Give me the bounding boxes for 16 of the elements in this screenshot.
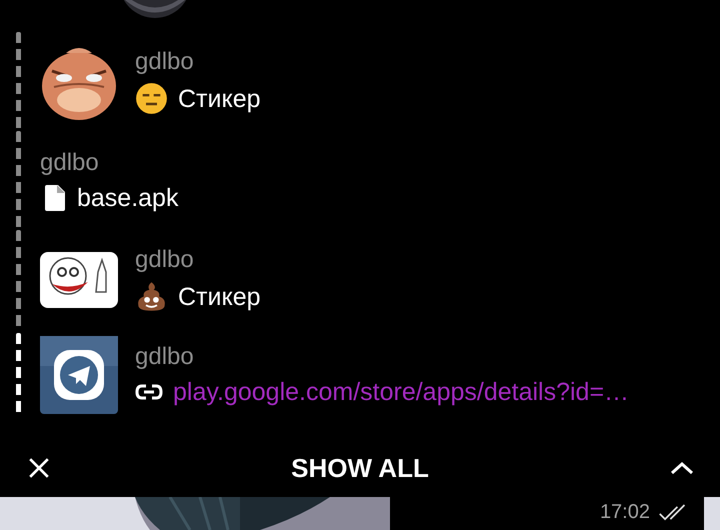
show-all-button[interactable]: SHOW ALL xyxy=(283,448,437,488)
file-icon xyxy=(45,185,65,211)
link[interactable]: play.google.com/store/apps/details?id=… xyxy=(173,377,630,407)
message-time: 17:02 xyxy=(600,501,650,524)
sender-name: gdlbo xyxy=(135,48,195,76)
poop-icon xyxy=(135,280,168,313)
message-preview: Стикер xyxy=(178,84,260,114)
expressionless-face-icon xyxy=(135,82,168,115)
sender-name: gdlbo xyxy=(135,343,195,371)
chevron-up-icon[interactable] xyxy=(670,461,694,475)
message-preview: Стикер xyxy=(178,282,260,312)
message-preview: base.apk xyxy=(77,183,178,213)
sender-name: gdlbo xyxy=(40,149,100,177)
close-icon[interactable] xyxy=(28,457,50,479)
sender-name: gdlbo xyxy=(135,246,195,274)
link-icon xyxy=(135,384,163,400)
